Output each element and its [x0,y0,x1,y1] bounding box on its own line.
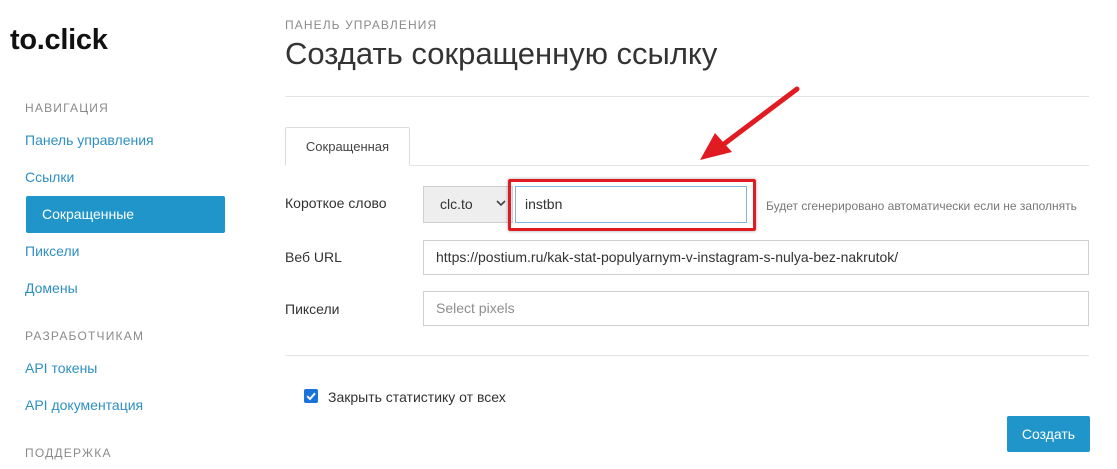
short-word-label: Короткое слово [285,195,387,211]
tab-shortened[interactable]: Сокращенная [285,127,410,166]
sidebar-item-shortened[interactable]: Сокращенные [26,196,225,233]
divider [285,96,1089,97]
sidebar-item-api-tokens[interactable]: API токены [25,360,97,376]
sidebar-item-domains[interactable]: Домены [25,280,78,296]
nav-heading-support: ПОДДЕРЖКА [25,446,112,460]
divider [285,355,1089,356]
annotation-highlight-box [508,179,756,231]
pixels-label: Пиксели [285,301,340,317]
create-button[interactable]: Создать [1007,416,1090,452]
web-url-input[interactable]: https://postium.ru/kak-stat-populyarnym-… [423,240,1089,275]
breadcrumb: ПАНЕЛЬ УПРАВЛЕНИЯ [285,18,438,32]
nav-heading-navigation: НАВИГАЦИЯ [25,101,109,115]
sidebar-item-dashboard[interactable]: Панель управления [25,132,154,148]
hide-stats-label: Закрыть статистику от всех [328,389,506,405]
sidebar-item-pixels[interactable]: Пиксели [25,243,79,259]
nav-heading-developers: РАЗРАБОТЧИКАМ [25,329,145,343]
domain-select-value: clc.to [440,196,473,212]
logo[interactable]: to.click [10,24,108,57]
short-word-hint: Будет сгенерировано автоматически если н… [766,199,1077,213]
hide-stats-checkbox[interactable] [304,389,318,403]
web-url-label: Веб URL [285,249,342,265]
annotation-arrow-icon [700,86,800,160]
pixels-select[interactable]: Select pixels [423,291,1089,326]
domain-select[interactable]: clc.to [423,186,513,223]
chevron-down-icon [496,200,506,207]
check-icon [306,392,316,401]
sidebar-item-links[interactable]: Ссылки [25,169,74,185]
page-title: Создать сокращенную ссылку [285,36,718,71]
sidebar-item-api-docs[interactable]: API документация [25,397,143,413]
